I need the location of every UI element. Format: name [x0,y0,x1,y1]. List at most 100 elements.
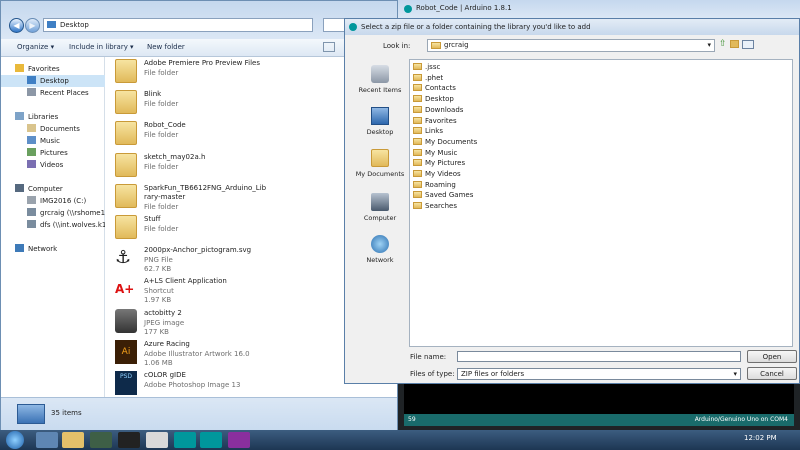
folder-icon [413,170,422,177]
terminal-icon[interactable] [118,432,140,448]
folder-icon [115,152,137,177]
folder-icon [413,137,422,145]
place-label: My Documents [355,170,405,178]
nav-item[interactable]: Network [1,243,118,255]
open-button[interactable]: Open [747,350,797,363]
dialog-list-item[interactable]: Desktop [413,94,454,104]
file-name: A+LS Client Application [144,277,227,286]
dialog-item-label: Downloads [425,105,464,114]
file-type: PNG File [144,256,173,265]
file-item[interactable]: actobitty 2 JPEG image 177 KB [111,307,381,337]
net-icon [27,208,36,216]
file-name-input[interactable] [457,351,741,362]
file-type: Adobe Illustrator Artwork 16.0 [144,349,250,358]
files-of-type-select[interactable]: ZIP files or folders ▾ [457,368,741,380]
explorer-title-bar: ◀ ▶ Desktop [1,1,397,39]
dialog-list-item[interactable]: Downloads [413,105,463,115]
forward-icon[interactable]: ▶ [25,18,40,33]
file-item[interactable]: Adobe Premiere Pro Preview Files File fol… [111,57,381,87]
dialog-list-item[interactable]: My Music [413,148,457,158]
explorer-taskbar-icon[interactable] [62,432,84,448]
up-folder-icon[interactable]: ⇧ [719,39,727,49]
shortcut-icon: A+ [115,282,135,297]
my-documents-icon [371,149,389,167]
file-type: File folder [144,100,179,109]
file-name: Adobe Premiere Pro Preview Files [144,59,260,67]
file-item[interactable]: PSD cOLOR gIDE Adobe Photoshop Image 13 [111,369,381,397]
file-item[interactable]: sketch_may02a.h File folder [111,151,381,181]
dialog-list-item[interactable]: Favorites [413,116,457,126]
dialog-list-item[interactable]: .jssc [413,62,440,72]
folder-icon [115,90,137,115]
file-item[interactable]: Stuff File folder [111,213,381,243]
dialog-list-item[interactable]: Roaming [413,180,456,190]
places-bar: Recent Items Desktop My Documents Comput… [351,59,409,359]
arduino-taskbar-icon-2[interactable] [200,432,222,448]
dialog-list-item[interactable]: Links [413,126,443,136]
folder-icon [413,180,422,188]
ie-icon[interactable] [36,432,58,448]
nav-label: Documents [40,125,80,133]
view-options-icon[interactable] [323,42,335,52]
look-in-label: Look in: [383,42,411,50]
dialog-item-label: .phet [425,73,444,82]
folder-icon [413,159,422,167]
arduino-taskbar-icon[interactable] [174,432,196,448]
new-folder-icon[interactable] [730,40,739,48]
file-item[interactable]: ⚓ 2000px-Anchor_pictogram.svg PNG File 62.7… [111,244,381,274]
view-menu-icon[interactable] [742,40,754,49]
nav-label: Computer [28,185,63,193]
include-library-button[interactable]: Include in library ▾ [69,43,134,51]
nav-item[interactable]: Computer [1,183,118,195]
nav-item[interactable]: Libraries [1,111,118,123]
start-orb-icon[interactable] [6,431,24,449]
folder-icon [413,95,422,103]
file-type: File folder [144,202,179,211]
app-icon[interactable] [90,432,112,448]
file-item[interactable]: Ai Azure Racing Adobe Illustrator Artwork … [111,338,381,368]
folder-icon [413,73,422,81]
nav-label: grcraig (\\rshome1\ [40,209,108,217]
folder-icon [413,84,422,92]
files-of-type-label: Files of type: [410,370,455,378]
nav-label: Libraries [28,113,59,121]
organize-button[interactable]: Organize ▾ [17,43,54,51]
folder-icon [413,63,422,70]
file-size: 1.06 MB [144,358,173,367]
place-network[interactable]: Network [351,235,409,285]
file-item[interactable]: A+ A+LS Client Application Shortcut 1.97 KB [111,275,381,305]
cancel-button[interactable]: Cancel [747,367,797,380]
file-name: SparkFun_TB6612FNG_Arduino_Lib [144,183,267,192]
onenote-icon[interactable] [228,432,250,448]
file-name: actobitty 2 [144,308,182,317]
dialog-list-item[interactable]: Saved Games [413,190,473,200]
dialog-item-label: Links [425,127,443,136]
file-item[interactable]: SparkFun_TB6612FNG_Arduino_Lib rary-maste… [111,182,381,212]
dialog-item-label: My Videos [425,170,461,178]
address-bar[interactable]: Desktop [43,18,313,32]
ide-console [404,384,794,414]
chevron-down-icon: ▾ [733,370,737,378]
look-in-select[interactable]: grcraig ▾ [427,39,715,52]
new-folder-button[interactable]: New folder [147,43,185,51]
file-name: sketch_may02a.h [144,152,206,161]
nav-label: Music [40,137,60,145]
dialog-list-item[interactable]: Searches [413,201,457,211]
back-icon[interactable]: ◀ [9,18,24,33]
computer-icon [371,193,389,211]
file-type: File folder [144,162,179,171]
dialog-list-item[interactable]: My Pictures [413,158,465,168]
nav-item[interactable]: Favorites [1,63,118,75]
line-number: 59 [408,416,416,423]
place-my-documents[interactable]: My Documents [351,149,409,199]
nav-label: Videos [40,161,64,169]
dialog-list-item[interactable]: My Videos [413,169,461,179]
dialog-list-item[interactable]: Contacts [413,83,456,93]
dialog-list-item[interactable]: .phet [413,73,443,83]
chrome-icon[interactable] [146,432,168,448]
file-name: cOLOR gIDE [144,371,186,379]
dialog-list-item[interactable]: My Documents [413,137,477,147]
dialog-item-label: My Documents [425,137,478,146]
file-item[interactable]: Blink File folder [111,88,381,118]
file-item[interactable]: Robot_Code File folder [111,119,381,149]
